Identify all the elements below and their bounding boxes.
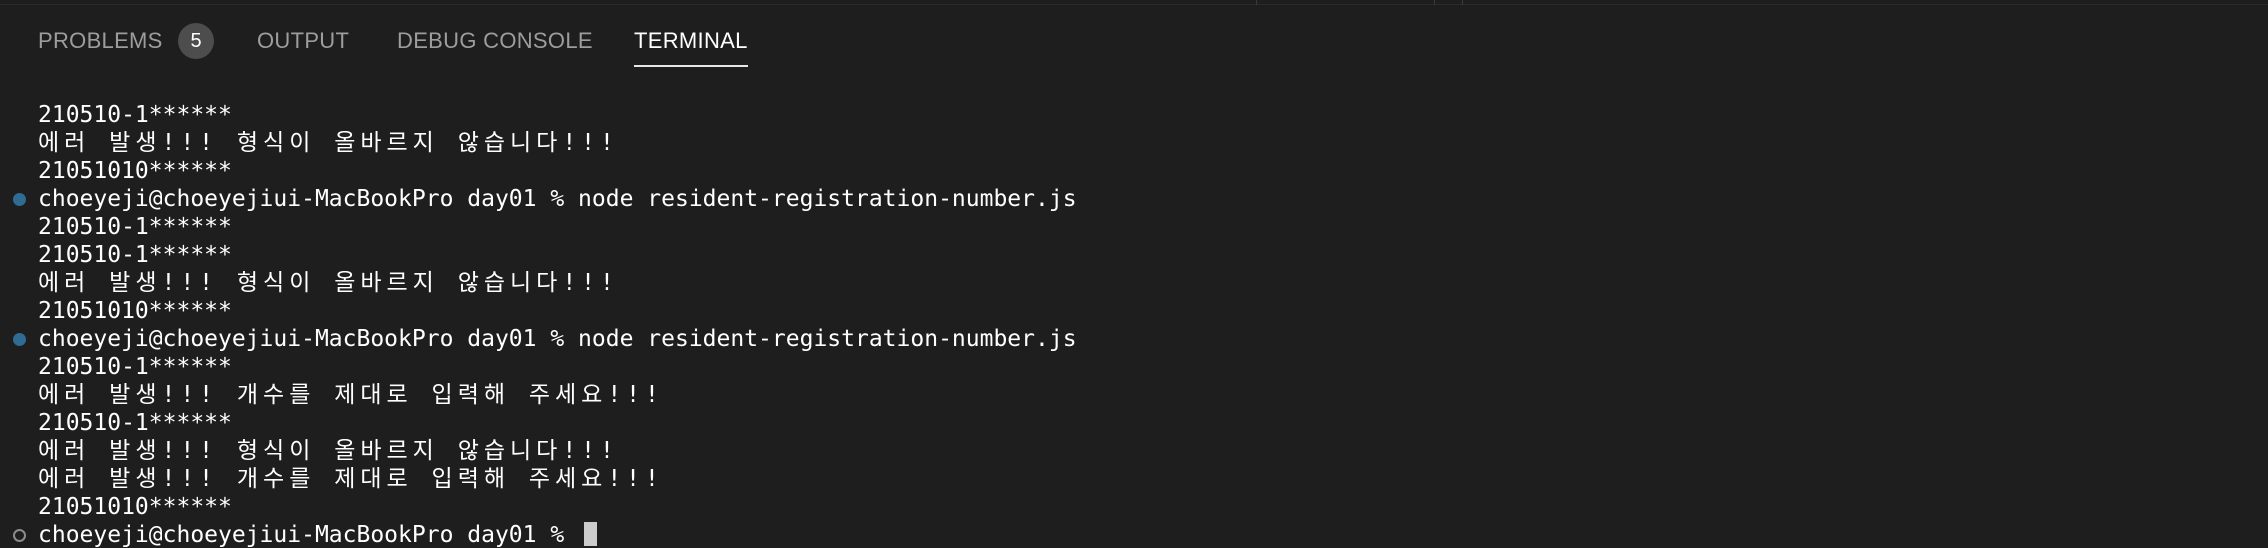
terminal-output-line: 에러 발생!!! 형식이 올바르지 않습니다!!! [38, 438, 619, 464]
tab-problems[interactable]: PROBLEMS [38, 26, 163, 56]
terminal-output-line: 210510-1****** [38, 410, 232, 436]
terminal-cursor [584, 522, 597, 546]
terminal-output-line: 에러 발생!!! 개수를 제대로 입력해 주세요!!! [38, 382, 664, 408]
terminal-prompt-line: choeyeji@choeyejiui-MacBookPro day01 % n… [38, 186, 1077, 212]
tab-debug-console[interactable]: DEBUG CONSOLE [397, 26, 593, 56]
terminal-output-line: 210510-1****** [38, 102, 232, 128]
command-success-icon[interactable] [13, 193, 26, 206]
terminal-output-line: 21051010****** [38, 494, 232, 520]
terminal-output-line: 21051010****** [38, 158, 232, 184]
terminal-output-line: 에러 발생!!! 개수를 제대로 입력해 주세요!!! [38, 466, 664, 492]
terminal-prompt-line: choeyeji@choeyejiui-MacBookPro day01 % n… [38, 326, 1077, 352]
terminal-output-line: 에러 발생!!! 형식이 올바르지 않습니다!!! [38, 270, 619, 296]
terminal-output-line: 210510-1****** [38, 354, 232, 380]
command-pending-icon[interactable] [13, 529, 26, 542]
terminal-output-line: 21051010****** [38, 298, 232, 324]
terminal-output-line: 에러 발생!!! 형식이 올바르지 않습니다!!! [38, 130, 619, 156]
command-success-icon[interactable] [13, 333, 26, 346]
terminal-output-line: 210510-1****** [38, 214, 232, 240]
terminal-output[interactable]: 210510-1****** 에러 발생!!! 형식이 올바르지 않습니다!!! 2… [0, 101, 2268, 548]
tab-terminal[interactable]: TERMINAL [634, 26, 748, 67]
terminal-prompt-line: choeyeji@choeyejiui-MacBookPro day01 % [38, 522, 579, 548]
problems-count-badge: 5 [178, 23, 214, 59]
tab-output[interactable]: OUTPUT [257, 26, 349, 56]
panel-tab-bar: PROBLEMS 5 OUTPUT DEBUG CONSOLE TERMINAL [0, 0, 2268, 80]
terminal-output-line: 210510-1****** [38, 242, 232, 268]
